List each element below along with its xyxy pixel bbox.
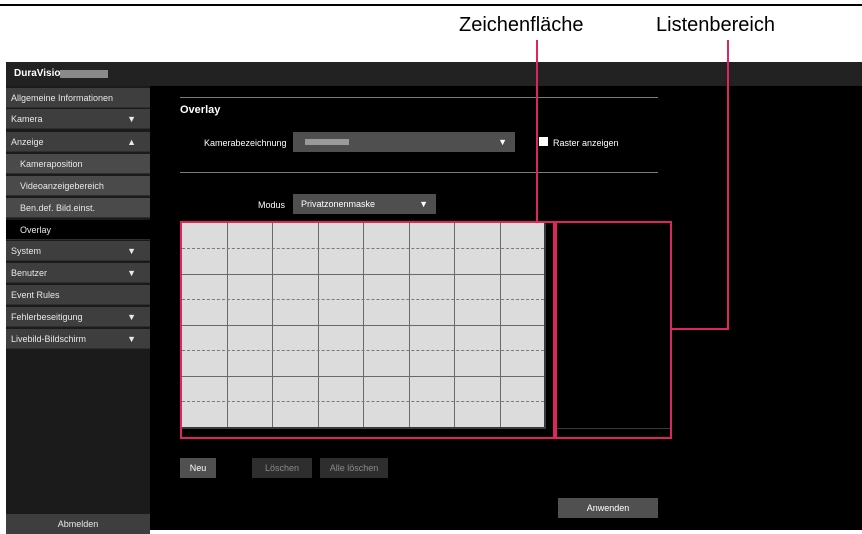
sidebar-item-label: Benutzer bbox=[11, 268, 48, 278]
chevron-down-icon: ▼ bbox=[127, 114, 136, 124]
sidebar-item-benutzer[interactable]: Benutzer ▼ bbox=[6, 263, 150, 283]
sidebar-item-kamera[interactable]: Kamera ▼ bbox=[6, 109, 150, 129]
sidebar-item-bild-einstellungen[interactable]: Ben.def. Bild.einst. bbox=[6, 198, 150, 218]
divider bbox=[180, 172, 658, 173]
list-highlight-frame bbox=[555, 221, 672, 439]
leader-line-listenbereich-horizontal bbox=[672, 328, 729, 330]
chevron-down-icon: ▼ bbox=[498, 137, 507, 147]
page-title: Overlay bbox=[180, 104, 221, 116]
chevron-down-icon: ▼ bbox=[127, 246, 136, 256]
camera-name-select[interactable]: ▼ bbox=[293, 132, 515, 152]
sidebar-item-anzeige[interactable]: Anzeige ▲ bbox=[6, 132, 150, 152]
sidebar: Allgemeine Informationen Kamera ▼ Anzeig… bbox=[6, 86, 150, 534]
sidebar-item-label: System bbox=[11, 246, 42, 256]
canvas-highlight-frame bbox=[180, 221, 555, 439]
sidebar-item-label: Videoanzeigebereich bbox=[20, 181, 104, 191]
title-bar: DuraVision bbox=[6, 62, 862, 86]
brand-logo: DuraVision bbox=[14, 68, 67, 79]
camera-name-redacted bbox=[305, 139, 349, 145]
chevron-down-icon: ▼ bbox=[127, 268, 136, 278]
sidebar-item-overlay[interactable]: Overlay bbox=[6, 220, 150, 240]
callout-listenbereich: Listenbereich bbox=[656, 14, 775, 36]
sidebar-item-label: Ben.def. Bild.einst. bbox=[20, 203, 96, 213]
model-name-redacted bbox=[60, 70, 108, 78]
grid-checkbox[interactable] bbox=[539, 137, 548, 146]
sidebar-item-livebild-bildschirm[interactable]: Livebild-Bildschirm ▼ bbox=[6, 329, 150, 349]
divider bbox=[180, 97, 658, 98]
sidebar-item-label: Kameraposition bbox=[20, 159, 83, 169]
mode-label: Modus bbox=[258, 200, 286, 210]
new-button[interactable]: Neu bbox=[180, 458, 216, 478]
sidebar-item-allgemeine-informationen[interactable]: Allgemeine Informationen bbox=[6, 88, 150, 108]
leader-line-listenbereich bbox=[727, 40, 729, 330]
sidebar-item-label: Anzeige bbox=[11, 137, 44, 147]
top-rule bbox=[0, 4, 862, 6]
leader-line-zeichenflaeche bbox=[536, 40, 538, 222]
sidebar-item-label: Allgemeine Informationen bbox=[11, 93, 114, 103]
delete-all-button[interactable]: Alle löschen bbox=[320, 458, 388, 478]
apply-button[interactable]: Anwenden bbox=[558, 498, 658, 518]
chevron-down-icon: ▼ bbox=[127, 312, 136, 322]
sidebar-item-label: Fehlerbeseitigung bbox=[11, 312, 83, 322]
sidebar-item-label: Livebild-Bildschirm bbox=[11, 334, 87, 344]
grid-checkbox-label: Raster anzeigen bbox=[553, 138, 619, 148]
camera-name-label: Kamerabezeichnung bbox=[204, 138, 287, 148]
sidebar-item-label: Kamera bbox=[11, 114, 43, 124]
logout-button[interactable]: Abmelden bbox=[6, 514, 150, 534]
sidebar-item-label: Overlay bbox=[20, 225, 52, 235]
sidebar-item-fehlerbeseitigung[interactable]: Fehlerbeseitigung ▼ bbox=[6, 307, 150, 327]
mode-select[interactable]: Privatzonenmaske ▼ bbox=[293, 194, 436, 214]
delete-button[interactable]: Löschen bbox=[252, 458, 312, 478]
sidebar-item-event-rules[interactable]: Event Rules bbox=[6, 285, 150, 305]
sidebar-item-label: Event Rules bbox=[11, 290, 60, 300]
callout-zeichenflaeche: Zeichenfläche bbox=[459, 14, 584, 36]
chevron-down-icon: ▼ bbox=[127, 334, 136, 344]
chevron-up-icon: ▲ bbox=[127, 137, 136, 147]
sidebar-item-system[interactable]: System ▼ bbox=[6, 241, 150, 261]
mode-select-value: Privatzonenmaske bbox=[301, 199, 376, 209]
chevron-down-icon: ▼ bbox=[419, 199, 428, 209]
sidebar-item-videoanzeigebereich[interactable]: Videoanzeigebereich bbox=[6, 176, 150, 196]
sidebar-item-kameraposition[interactable]: Kameraposition bbox=[6, 154, 150, 174]
